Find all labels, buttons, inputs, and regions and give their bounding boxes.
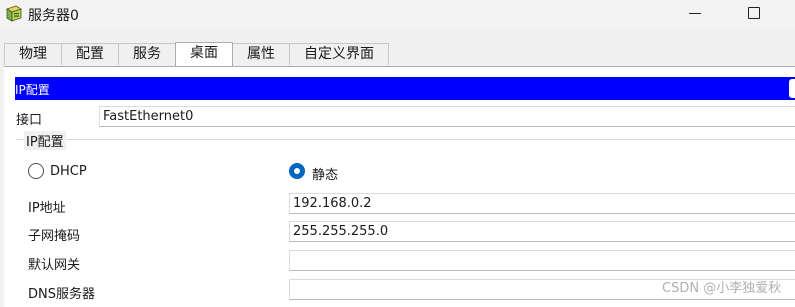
minimize-button[interactable]: [681, 2, 711, 24]
ip-address-field[interactable]: 192.168.0.2: [289, 193, 795, 214]
subnet-mask-field[interactable]: 255.255.255.0: [289, 221, 795, 242]
ip-config-header-title: IP配置: [15, 83, 50, 97]
interface-select[interactable]: FastEthernet0: [99, 106, 795, 127]
ip-config-group-label: IP配置: [24, 131, 66, 150]
dhcp-radio[interactable]: [28, 163, 44, 179]
group-divider: [16, 139, 795, 140]
default-gateway-label: 默认网关: [28, 258, 81, 273]
static-radio-label[interactable]: 静态: [312, 164, 338, 183]
ip-address-label: IP地址: [28, 201, 66, 216]
maximize-button[interactable]: [738, 2, 768, 24]
interface-label: 接口: [16, 113, 43, 128]
tab-custom-interface[interactable]: 自定义界面: [289, 43, 389, 65]
close-panel-button[interactable]: [789, 79, 795, 98]
tab-desktop[interactable]: 桌面: [175, 42, 233, 66]
static-radio[interactable]: [289, 163, 305, 179]
watermark-text: CSDN @小李独爱秋: [662, 281, 782, 296]
window-title: 服务器0: [28, 8, 79, 24]
tab-config[interactable]: 配置: [61, 43, 119, 65]
dns-server-label: DNS服务器: [28, 287, 95, 302]
tab-attributes[interactable]: 属性: [232, 43, 290, 65]
default-gateway-field[interactable]: [289, 250, 795, 271]
subnet-mask-label: 子网掩码: [28, 229, 81, 244]
tab-bar: 物理 配置 服务 桌面 属性 自定义界面: [4, 42, 389, 66]
tab-services[interactable]: 服务: [118, 43, 176, 65]
window-titlebar: 服务器0: [0, 0, 795, 28]
server-app-icon: [6, 5, 22, 22]
tab-physical[interactable]: 物理: [4, 43, 62, 65]
ip-config-header: IP配置: [15, 77, 795, 100]
dhcp-radio-label[interactable]: DHCP: [50, 164, 87, 179]
